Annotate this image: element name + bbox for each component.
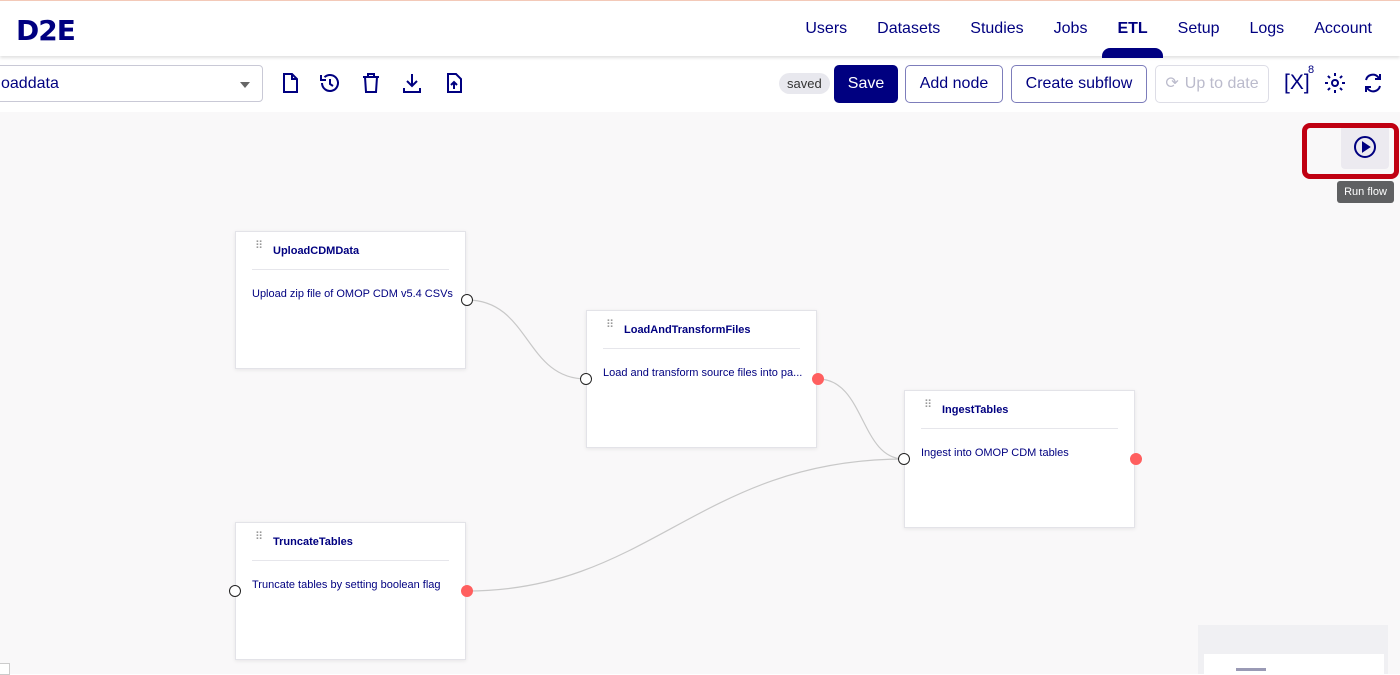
minimap-node bbox=[1236, 668, 1266, 671]
saved-status-badge: saved bbox=[779, 73, 830, 94]
nav-datasets[interactable]: Datasets bbox=[862, 1, 955, 57]
app-logo[interactable]: D2E bbox=[16, 14, 76, 47]
refresh-icon[interactable] bbox=[1361, 71, 1385, 95]
node-load-and-transform-files[interactable]: ⠿ LoadAndTransformFiles Load and transfo… bbox=[586, 310, 817, 448]
variables-label: [X] bbox=[1284, 71, 1310, 94]
highlight-box bbox=[1302, 123, 1399, 179]
main-nav: Users Datasets Studies Jobs ETL Setup Lo… bbox=[790, 1, 1400, 58]
up-to-date-button[interactable]: ⟳ Up to date bbox=[1155, 65, 1269, 103]
node-ingest-tables[interactable]: ⠿ IngestTables Ingest into OMOP CDM tabl… bbox=[904, 390, 1135, 528]
input-port[interactable] bbox=[898, 453, 910, 465]
run-flow-tooltip: Run flow bbox=[1337, 181, 1394, 203]
output-port[interactable] bbox=[812, 373, 824, 385]
node-description: Load and transform source files into pa.… bbox=[603, 367, 803, 379]
flow-select[interactable]: oaddata bbox=[0, 65, 263, 102]
nav-studies[interactable]: Studies bbox=[955, 1, 1038, 57]
node-title: LoadAndTransformFiles bbox=[624, 324, 751, 336]
node-truncate-tables[interactable]: ⠿ TruncateTables Truncate tables by sett… bbox=[235, 522, 466, 660]
minimap[interactable] bbox=[1198, 625, 1388, 674]
node-title: TruncateTables bbox=[273, 536, 353, 548]
download-icon[interactable] bbox=[400, 71, 424, 95]
input-port[interactable] bbox=[580, 373, 592, 385]
nav-logs[interactable]: Logs bbox=[1234, 1, 1299, 57]
nav-jobs[interactable]: Jobs bbox=[1039, 1, 1103, 57]
history-icon[interactable] bbox=[318, 71, 342, 95]
upload-icon[interactable] bbox=[442, 71, 466, 95]
create-subflow-button[interactable]: Create subflow bbox=[1011, 65, 1147, 103]
node-description: Upload zip file of OMOP CDM v5.4 CSVs ..… bbox=[252, 288, 457, 300]
input-port[interactable] bbox=[229, 585, 241, 597]
node-description: Ingest into OMOP CDM tables bbox=[921, 447, 1069, 459]
nav-account[interactable]: Account bbox=[1299, 1, 1400, 57]
variables-count-badge: 8 bbox=[1308, 64, 1315, 76]
nav-etl[interactable]: ETL bbox=[1102, 1, 1163, 58]
up-to-date-label: Up to date bbox=[1184, 75, 1259, 92]
flow-toolbar: oaddata saved Save Add node Create subfl… bbox=[0, 56, 1400, 112]
variables-button[interactable]: [X] 8 bbox=[1284, 64, 1314, 95]
delete-icon[interactable] bbox=[359, 71, 383, 95]
new-file-icon[interactable] bbox=[278, 71, 302, 95]
chevron-down-icon bbox=[240, 82, 250, 88]
divider bbox=[252, 269, 449, 270]
divider bbox=[252, 560, 449, 561]
node-title: IngestTables bbox=[942, 404, 1009, 416]
save-button[interactable]: Save bbox=[834, 65, 898, 103]
node-upload-cdm-data[interactable]: ⠿ UploadCDMData Upload zip file of OMOP … bbox=[235, 231, 466, 369]
drag-handle-icon[interactable]: ⠿ bbox=[924, 400, 932, 417]
flow-select-value: oaddata bbox=[1, 75, 59, 92]
top-navbar: D2E Users Datasets Studies Jobs ETL Setu… bbox=[0, 0, 1400, 58]
nav-users[interactable]: Users bbox=[790, 1, 862, 57]
node-title: UploadCDMData bbox=[273, 245, 360, 257]
drag-handle-icon[interactable]: ⠿ bbox=[606, 320, 614, 337]
add-node-button[interactable]: Add node bbox=[905, 65, 1003, 103]
output-port[interactable] bbox=[1130, 453, 1142, 465]
output-port[interactable] bbox=[461, 585, 473, 597]
output-port[interactable] bbox=[461, 294, 473, 306]
divider bbox=[603, 348, 800, 349]
node-description: Truncate tables by setting boolean flag bbox=[252, 579, 441, 591]
zoom-control[interactable] bbox=[0, 663, 10, 675]
sync-icon: ⟳ bbox=[1165, 75, 1179, 92]
drag-handle-icon[interactable]: ⠿ bbox=[255, 241, 263, 258]
divider bbox=[921, 428, 1118, 429]
gear-icon[interactable] bbox=[1323, 71, 1347, 95]
nav-setup[interactable]: Setup bbox=[1163, 1, 1235, 57]
drag-handle-icon[interactable]: ⠿ bbox=[255, 532, 263, 549]
minimap-viewport bbox=[1204, 654, 1384, 674]
